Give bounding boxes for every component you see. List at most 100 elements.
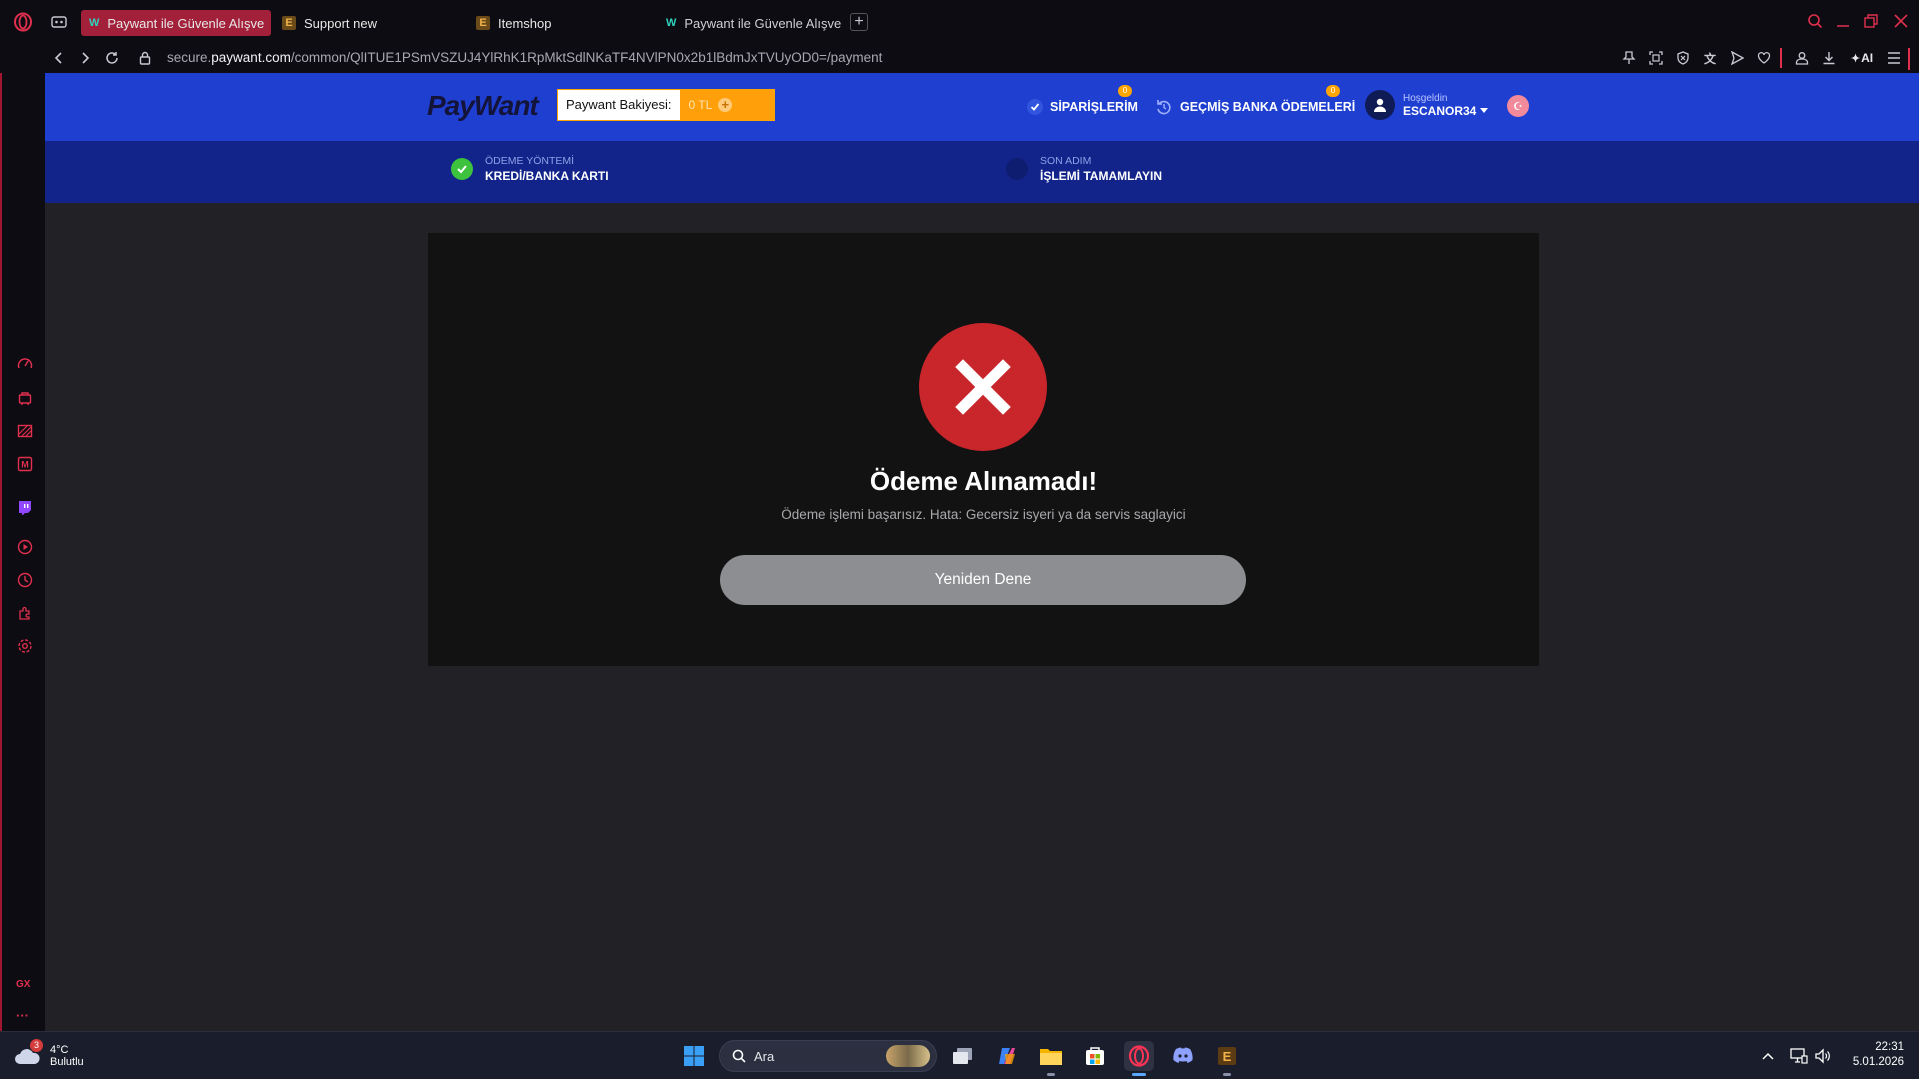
orders-badge: 0 (1118, 85, 1132, 97)
tab-paywant-active[interactable]: W Paywant ile Güvenle Alışve (81, 10, 271, 36)
opera-gx-logo-icon[interactable] (12, 11, 34, 33)
step-2-text: SON ADIM İŞLEMİ TAMAMLAYIN (1040, 155, 1162, 183)
bank-history-badge: 0 (1326, 85, 1340, 97)
bank-history-link[interactable]: GEÇMİŞ BANKA ÖDEMELERİ (1155, 97, 1355, 117)
balance-value: 0 TL (688, 98, 713, 112)
search-tabs-icon[interactable] (1806, 12, 1824, 30)
reload-icon[interactable] (103, 49, 121, 67)
step-pending-circle-icon (1006, 158, 1028, 180)
new-tab-button[interactable]: + (850, 13, 868, 31)
toolbar-divider (1780, 48, 1782, 68)
step-1: ÖDEME YÖNTEMİ KREDİ/BANKA KARTI (451, 155, 609, 183)
search-icon (732, 1049, 746, 1063)
turkish-flag-icon[interactable]: ☪ (1507, 95, 1529, 117)
itemshop-app-icon[interactable]: E (1212, 1041, 1242, 1076)
player-icon[interactable] (16, 538, 34, 556)
tab-label: Paywant ile Güvenle Alışve (684, 15, 842, 31)
clock[interactable]: 22:31 5.01.2026 (1840, 1041, 1904, 1068)
balance-value-box[interactable]: 0 TL + (679, 90, 774, 120)
weather-temp: 4°C (50, 1044, 69, 1056)
balance-box[interactable]: Paywant Bakiyesi: 0 TL + (557, 89, 775, 121)
user-menu[interactable]: Hoşgeldin ESCANOR34 (1365, 87, 1489, 123)
add-balance-icon[interactable]: + (718, 98, 733, 112)
network-icon[interactable] (1790, 1047, 1808, 1065)
paywant-favicon-icon: W (666, 17, 677, 29)
minimize-icon[interactable] (1834, 12, 1852, 30)
svg-text:E: E (1223, 1049, 1232, 1064)
send-icon[interactable] (1728, 49, 1746, 67)
heart-icon[interactable] (1755, 49, 1773, 67)
profile-icon[interactable] (1793, 49, 1811, 67)
address-bar-row: secure.paywant.com/common/QlITUE1PSmVSZU… (0, 43, 1919, 73)
file-explorer-icon[interactable] (1036, 1041, 1066, 1076)
step-complete-check-icon (451, 158, 473, 180)
sidebar-more-icon[interactable]: ··· (16, 1008, 29, 1023)
avatar (1365, 90, 1395, 120)
download-icon[interactable] (1820, 49, 1838, 67)
easy-setup-menu-icon[interactable] (1885, 49, 1903, 67)
extensions-icon[interactable] (16, 604, 34, 622)
result-title: Ödeme Alınamadı! (869, 466, 1098, 496)
show-hidden-icons-chevron-icon[interactable] (1760, 1048, 1776, 1064)
lock-icon[interactable] (137, 49, 153, 67)
start-button[interactable] (679, 1041, 709, 1071)
step-2-value: İŞLEMİ TAMAMLAYIN (1040, 169, 1162, 183)
weather-badge: 3 (30, 1039, 43, 1052)
username-row: ESCANOR34 (1403, 103, 1489, 118)
weather-widget[interactable]: 3 4°C Bulutlu (14, 1039, 84, 1072)
microsoft-store-icon[interactable] (1080, 1041, 1110, 1071)
back-icon[interactable] (50, 49, 68, 67)
tab-label: Itemshop (498, 15, 552, 31)
tab-support-new[interactable]: E Support new (274, 10, 459, 36)
result-message: Ödeme işlemi başarısız. Hata: Gecersiz i… (781, 507, 1186, 522)
history-refresh-icon (1155, 98, 1173, 116)
clock-date: 5.01.2026 (1852, 1056, 1904, 1068)
search-placeholder: Ara (754, 1048, 775, 1064)
page-content: PayWant Paywant Bakiyesi: 0 TL + SİPARİŞ… (45, 73, 1919, 1031)
retry-button[interactable]: Yeniden Dene (720, 555, 1246, 605)
step-1-value: KREDİ/BANKA KARTI (485, 169, 609, 183)
orders-link[interactable]: SİPARİŞLERİM (1027, 97, 1138, 117)
adblock-shield-icon[interactable] (1674, 49, 1692, 67)
opera-gx-taskbar-icon[interactable] (1124, 1041, 1154, 1076)
aria-ai-button[interactable]: ✦ AI (1847, 49, 1877, 67)
payment-result-card: Ödeme Alınamadı! Ödeme işlemi başarısız.… (428, 233, 1539, 666)
clock-time: 22:31 (1875, 1041, 1904, 1053)
volume-icon[interactable] (1814, 1047, 1832, 1065)
translate-icon[interactable]: 文 (1701, 49, 1719, 67)
snapshot-icon[interactable] (1647, 49, 1665, 67)
gx-corner-icon[interactable] (16, 422, 34, 440)
paywant-header: PayWant Paywant Bakiyesi: 0 TL + SİPARİŞ… (45, 73, 1919, 141)
user-text: Hoşgeldin ESCANOR34 (1403, 93, 1489, 118)
username: ESCANOR34 (1403, 103, 1477, 118)
discord-icon[interactable] (1168, 1041, 1198, 1071)
close-window-icon[interactable] (1892, 12, 1910, 30)
speed-dial-icon[interactable] (16, 355, 34, 373)
history-icon[interactable] (16, 571, 34, 589)
bank-history-label: GEÇMİŞ BANKA ÖDEMELERİ (1180, 100, 1356, 114)
ai-label: AI (1861, 51, 1874, 65)
windows-taskbar: 3 4°C Bulutlu Ara E 22:31 5.01.2026 (0, 1031, 1919, 1079)
tab-paywant-second[interactable]: W Paywant ile Güvenle Alışve (658, 10, 843, 36)
caret-down-icon (1480, 108, 1489, 113)
copilot-icon[interactable] (992, 1041, 1022, 1071)
payment-steps-bar: ÖDEME YÖNTEMİ KREDİ/BANKA KARTI SON ADIM… (45, 141, 1919, 203)
tab-switcher-icon[interactable] (50, 13, 68, 31)
bookmark-pin-icon[interactable] (1620, 49, 1638, 67)
search-highlight-image-icon (886, 1045, 930, 1067)
restore-icon[interactable] (1862, 12, 1880, 30)
twitch-icon[interactable] (16, 499, 34, 517)
forward-icon[interactable] (76, 49, 94, 67)
paywant-logo[interactable]: PayWant (427, 90, 539, 122)
settings-icon[interactable] (16, 637, 34, 655)
cart-icon[interactable] (16, 389, 34, 407)
checkmark-icon (1027, 99, 1043, 115)
weather-desc: Bulutlu (50, 1056, 84, 1068)
messenger-icon[interactable]: M (16, 455, 34, 473)
tab-itemshop[interactable]: E Itemshop (468, 10, 653, 36)
gx-label[interactable]: GX (16, 979, 30, 990)
url-field[interactable]: secure.paywant.com/common/QlITUE1PSmVSZU… (167, 50, 1067, 68)
taskbar-search[interactable]: Ara (719, 1040, 937, 1072)
cloud-icon: 3 (14, 1039, 43, 1068)
task-view-icon[interactable] (948, 1041, 978, 1071)
